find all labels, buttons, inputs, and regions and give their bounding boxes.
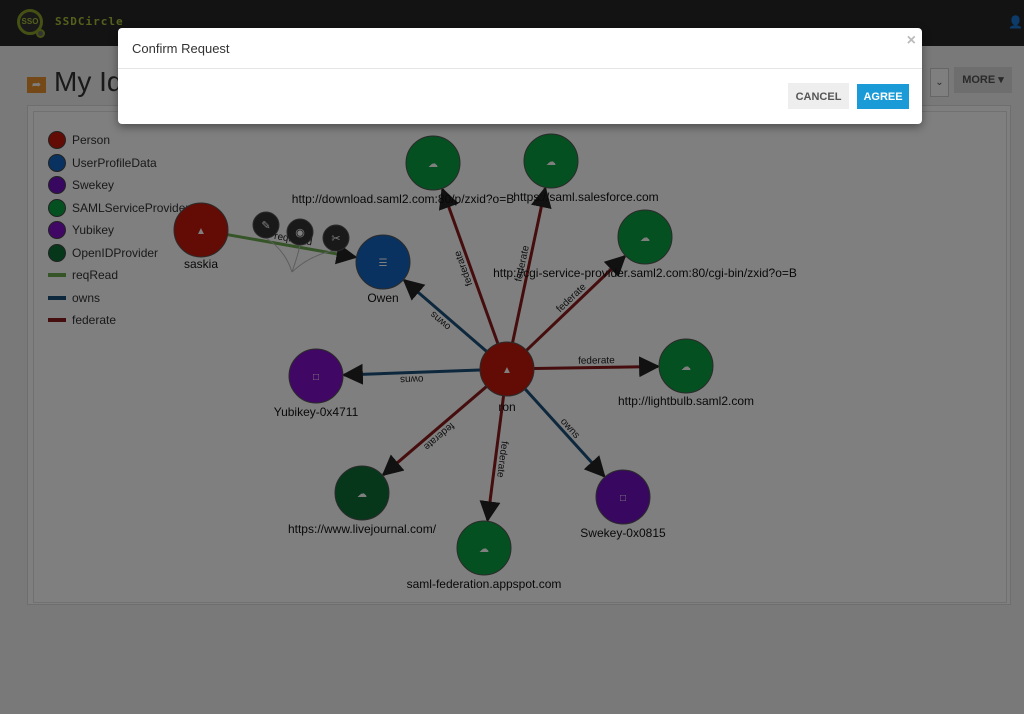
modal-title: Confirm Request <box>132 41 230 56</box>
agree-button[interactable]: AGREE <box>857 84 909 109</box>
close-icon[interactable]: × <box>907 32 916 50</box>
cancel-button[interactable]: CANCEL <box>788 83 849 109</box>
confirm-request-dialog: Confirm Request × CANCEL AGREE <box>118 28 922 124</box>
modal-header: Confirm Request × <box>118 28 922 69</box>
